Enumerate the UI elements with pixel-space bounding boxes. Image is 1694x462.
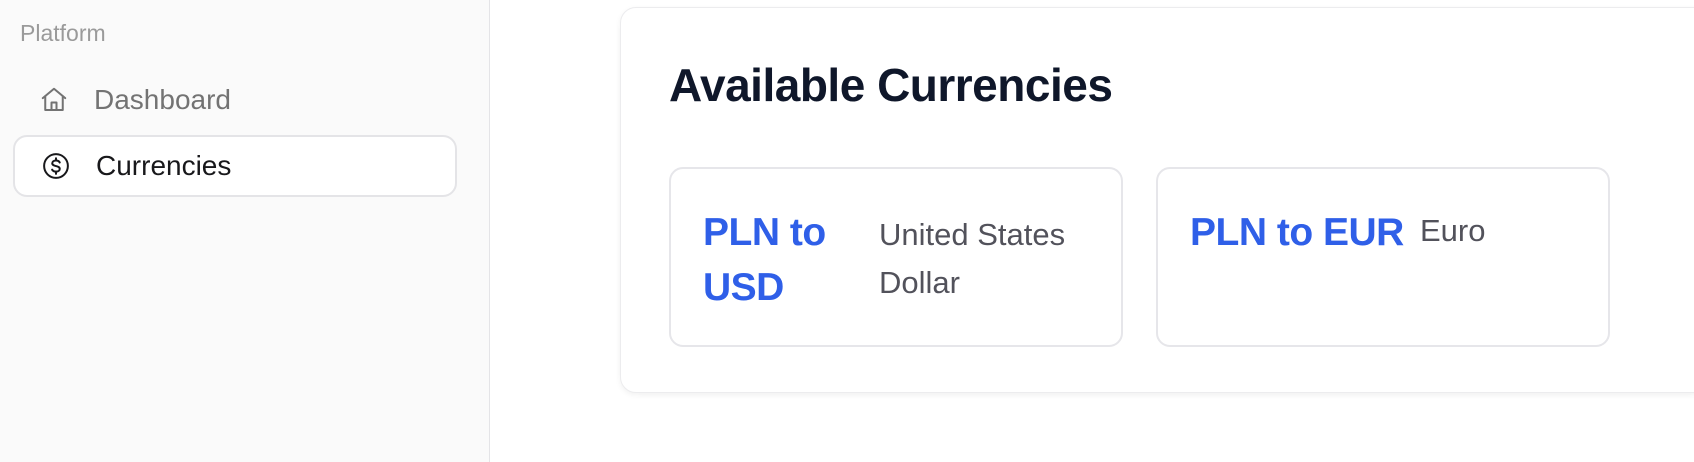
currency-card-pln-eur[interactable]: PLN to EUR Euro [1156,167,1610,347]
app-root: Platform Dashboard Currencies Available … [0,0,1694,462]
currency-name: Euro [1420,213,1486,248]
page-title: Available Currencies [669,59,1113,111]
sidebar-item-label: Currencies [96,150,232,181]
sidebar-item-label: Dashboard [94,84,231,115]
currency-pair-label[interactable]: PLN to USD [703,205,853,315]
currencies-panel: Available Currencies PLN to USD United S… [620,7,1694,393]
home-icon [39,85,69,115]
sidebar-item-dashboard[interactable]: Dashboard [13,69,457,131]
sidebar-item-currencies[interactable]: Currencies [13,135,457,197]
sidebar-section-heading: Platform [20,20,106,46]
currency-card-pln-usd[interactable]: PLN to USD United States Dollar [669,167,1123,347]
dollar-circle-icon [41,151,71,181]
currency-name: United States Dollar [879,217,1066,300]
currency-pair-label[interactable]: PLN to EUR [1190,205,1404,260]
sidebar: Platform Dashboard Currencies [0,0,490,462]
